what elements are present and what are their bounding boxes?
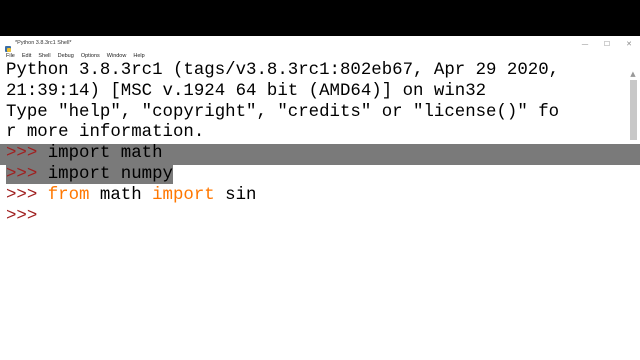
code-text: import math (47, 144, 163, 164)
banner-line: r more information. (6, 123, 205, 143)
shell-text-area[interactable]: Python 3.8.3rc1 (tags/v3.8.3rc1:802eb67,… (0, 61, 640, 360)
menu-debug[interactable]: Debug (54, 51, 77, 61)
banner-line: Python 3.8.3rc1 (tags/v3.8.3rc1:802eb67,… (6, 61, 560, 80)
vertical-scrollbar[interactable] (628, 80, 639, 360)
banner-line: Type "help", "copyright", "credits" or "… (6, 102, 560, 122)
code-text: sin (214, 185, 257, 205)
code-keyword: import (152, 185, 215, 205)
shell-prompt: >>> (6, 185, 48, 205)
code-keyword: from (47, 185, 90, 205)
menu-window[interactable]: Window (103, 51, 130, 61)
code-text: numpy (110, 164, 173, 184)
shell-input-line: >>> import numpy (0, 164, 640, 186)
menu-bar: File Edit Shell Debug Options Window Hel… (0, 51, 640, 61)
python-feather-icon (4, 40, 12, 52)
maximize-button[interactable]: ☐ (596, 36, 618, 51)
minimize-button[interactable]: — (574, 36, 596, 51)
window-controls: — ☐ ✕ (574, 36, 640, 51)
banner-line: 21:39:14) [MSC v.1924 64 bit (AMD64)] on… (6, 81, 487, 101)
scrollbar-thumb[interactable] (630, 80, 637, 140)
menu-help[interactable]: Help (129, 51, 147, 61)
menu-options[interactable]: Options (77, 51, 103, 61)
menu-shell[interactable]: Shell (34, 51, 53, 61)
shell-input-line: >>> (0, 207, 640, 228)
shell-prompt: >>> (6, 164, 48, 184)
shell-input-line: >>> import math (0, 144, 640, 165)
menu-edit[interactable]: Edit (18, 51, 34, 61)
window-title: *Python 3.8.3rc1 Shell* (15, 40, 72, 46)
close-button[interactable]: ✕ (618, 36, 640, 51)
shell-prompt: >>> (6, 206, 48, 226)
code-text: math (89, 185, 153, 205)
shell-input-line: >>> from math import sin (0, 186, 640, 207)
idle-shell-window: *Python 3.8.3rc1 Shell* — ☐ ✕ File Edit … (0, 36, 640, 360)
shell-prompt: >>> (6, 144, 48, 164)
code-keyword: import (47, 164, 111, 184)
title-bar[interactable]: *Python 3.8.3rc1 Shell* — ☐ ✕ (0, 36, 640, 52)
menu-file[interactable]: File (0, 51, 18, 61)
scroll-up-arrow-icon[interactable]: ▲ (629, 70, 637, 78)
